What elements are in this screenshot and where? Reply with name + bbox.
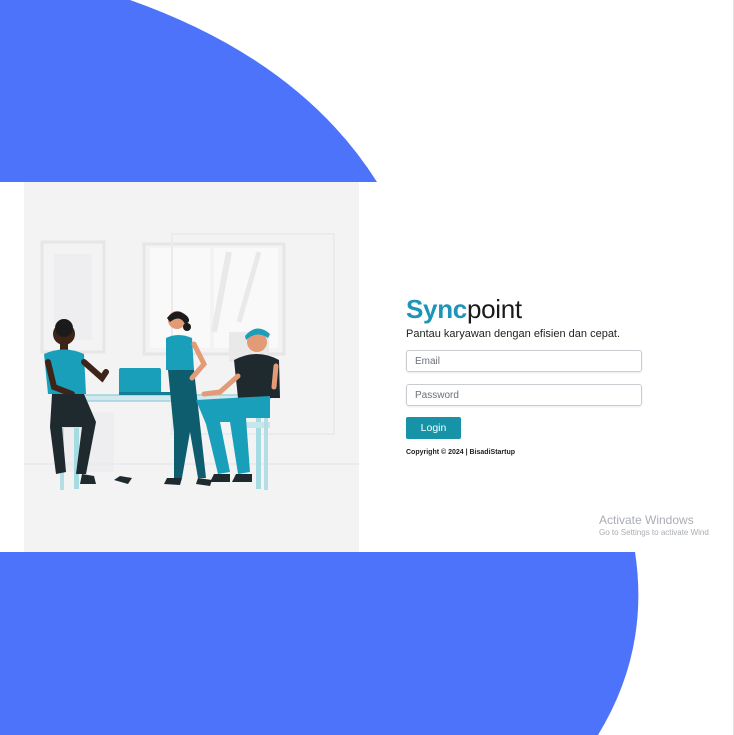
activate-windows-watermark: Activate Windows Go to Settings to activ… [599, 513, 709, 539]
login-card: Syncpoint Pantau karyawan dengan efisien… [24, 182, 734, 552]
tagline: Pantau karyawan dengan efisien dan cepat… [406, 328, 621, 340]
brand-logo-part1: Sync [406, 294, 467, 324]
login-button[interactable]: Login [406, 417, 461, 439]
brand-logo-part2: point [466, 294, 522, 324]
email-field[interactable] [406, 350, 642, 372]
login-panel: Syncpoint Pantau karyawan dengan efisien… [359, 182, 734, 552]
brand-logo: Syncpoint [406, 294, 522, 324]
watermark-title: Activate Windows [599, 513, 694, 527]
team-meeting-illustration [24, 182, 359, 552]
password-field[interactable] [406, 384, 642, 406]
watermark-subtitle: Go to Settings to activate Windows. [599, 528, 709, 537]
copyright-text: Copyright © 2024 | BisadiStartup [406, 449, 516, 456]
